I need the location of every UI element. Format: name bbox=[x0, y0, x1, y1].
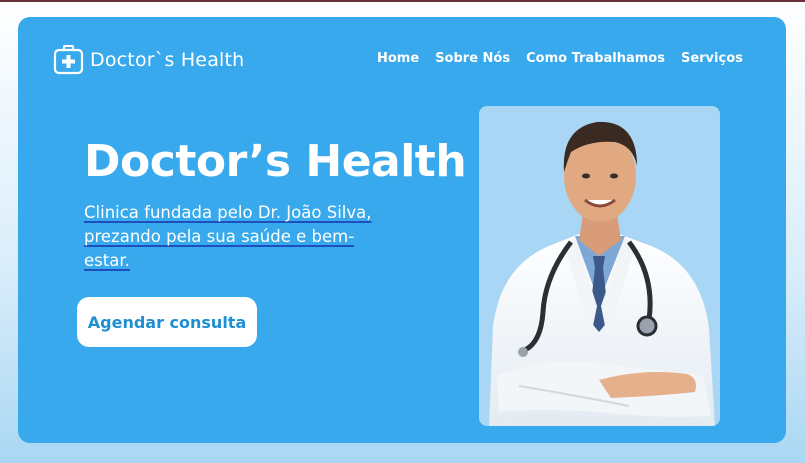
medical-kit-icon bbox=[53, 45, 84, 75]
hero-description-text: Clinica fundada pelo Dr. João Silva, pre… bbox=[84, 203, 372, 270]
hero-title: Doctor’s Health bbox=[84, 136, 467, 187]
schedule-appointment-button[interactable]: Agendar consulta bbox=[77, 297, 257, 347]
nav-item-servicos[interactable]: Serviços bbox=[681, 51, 743, 66]
main-nav: Home Sobre Nós Como Trabalhamos Serviços bbox=[377, 51, 743, 66]
brand-name: Doctor`s Health bbox=[90, 49, 245, 71]
doctor-illustration bbox=[489, 121, 715, 426]
nav-item-sobre-nos[interactable]: Sobre Nós bbox=[435, 51, 510, 66]
window-top-border bbox=[0, 0, 805, 2]
nav-item-como-trabalhamos[interactable]: Como Trabalhamos bbox=[526, 51, 665, 66]
brand-logo[interactable]: Doctor`s Health bbox=[53, 45, 244, 75]
nav-item-home[interactable]: Home bbox=[377, 51, 419, 66]
hero-description: Clinica fundada pelo Dr. João Silva, pre… bbox=[84, 201, 389, 273]
doctor-photo bbox=[479, 106, 720, 426]
hero-section: Doctor`s Health Home Sobre Nós Como Trab… bbox=[18, 17, 786, 443]
